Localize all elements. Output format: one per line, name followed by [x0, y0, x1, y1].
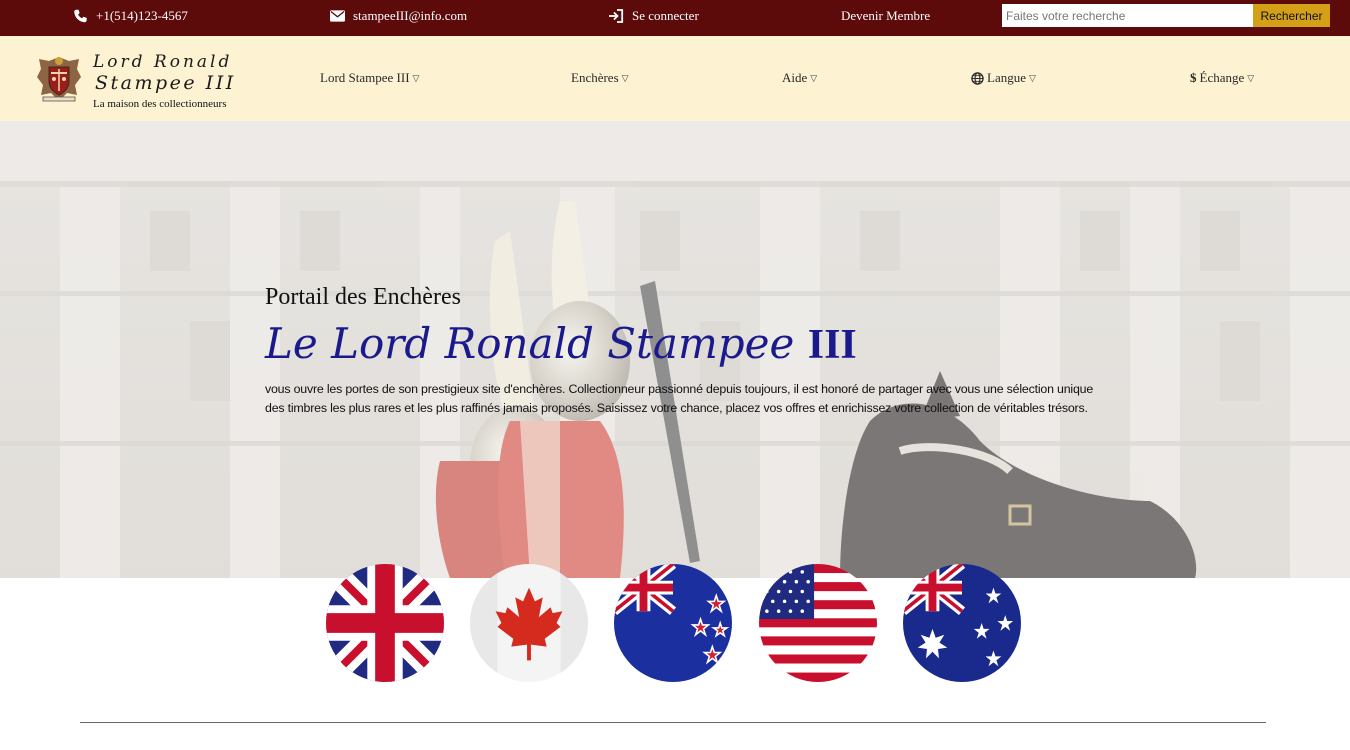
- logo-tagline: La maison des collectionneurs: [93, 98, 227, 110]
- hero-subtitle: Portail des Enchères: [265, 284, 461, 310]
- australia-flag-icon[interactable]: [903, 564, 1021, 682]
- phone-icon: [73, 9, 88, 24]
- uk-flag-icon[interactable]: [326, 564, 444, 682]
- nav-langue[interactable]: Langue ▽: [971, 68, 1036, 88]
- nav-label: Enchères: [571, 70, 619, 85]
- dollar-icon: $: [1190, 70, 1197, 85]
- search-input[interactable]: [1002, 4, 1254, 27]
- usa-flag-icon[interactable]: [759, 564, 877, 682]
- become-member-label: Devenir Membre: [841, 8, 931, 23]
- hero-text-block: Portail des Enchères Le Lord Ronald Stam…: [265, 283, 1095, 418]
- envelope-icon: [330, 10, 345, 22]
- nav-label: Aide: [782, 70, 808, 85]
- nav-lord-stampee[interactable]: Lord Stampee III ▽: [320, 68, 419, 88]
- sign-in-icon: [608, 9, 624, 23]
- phone-contact[interactable]: +1(514)123-4567: [73, 0, 188, 32]
- login-link[interactable]: Se connecter: [608, 0, 699, 32]
- become-member-link[interactable]: Devenir Membre: [841, 0, 930, 32]
- nav-label: Échange: [1199, 70, 1245, 85]
- nav-label: Lord Stampee III: [320, 70, 410, 85]
- hero-title-script: Le Lord Ronald Stampee: [265, 319, 795, 368]
- search-button[interactable]: Rechercher: [1253, 4, 1330, 27]
- chevron-down-icon: ▽: [810, 72, 818, 83]
- section-divider: [80, 722, 1266, 723]
- crest-icon: [33, 53, 85, 110]
- globe-icon: [971, 71, 984, 85]
- nav-echange[interactable]: $ Échange ▽: [1190, 68, 1254, 88]
- logo-line-2: Stampee III: [95, 72, 236, 94]
- hero-description: vous ouvre les portes de son prestigieux…: [265, 382, 1094, 415]
- logo-wordmark: Lord Ronald Stampee III La maison des co…: [93, 52, 236, 111]
- email-contact[interactable]: stampeeIII@info.com: [330, 0, 467, 32]
- chevron-down-icon: ▽: [412, 72, 420, 83]
- logo-line-1: Lord Ronald: [93, 52, 233, 72]
- login-label: Se connecter: [632, 8, 699, 23]
- nav-label: Langue: [987, 70, 1026, 85]
- site-logo[interactable]: Lord Ronald Stampee III La maison des co…: [33, 52, 243, 111]
- top-bar: +1(514)123-4567 stampeeIII@info.com Se c…: [0, 0, 1350, 36]
- nav-aide[interactable]: Aide ▽: [782, 68, 817, 88]
- chevron-down-icon: ▽: [1028, 72, 1036, 83]
- chevron-down-icon: ▽: [621, 72, 629, 83]
- email-address: stampeeIII@info.com: [353, 8, 468, 23]
- new-zealand-flag-icon[interactable]: [614, 564, 732, 682]
- canada-flag-icon[interactable]: [470, 564, 588, 682]
- main-navigation: Lord Ronald Stampee III La maison des co…: [0, 36, 1350, 121]
- hero-title-roman: III: [807, 322, 857, 368]
- phone-number: +1(514)123-4567: [96, 8, 188, 23]
- hero-title: Le Lord Ronald Stampee III: [265, 315, 1095, 374]
- nav-encheres[interactable]: Enchères ▽: [571, 68, 629, 88]
- hero-banner: Portail des Enchères Le Lord Ronald Stam…: [0, 121, 1350, 578]
- chevron-down-icon: ▽: [1247, 72, 1255, 83]
